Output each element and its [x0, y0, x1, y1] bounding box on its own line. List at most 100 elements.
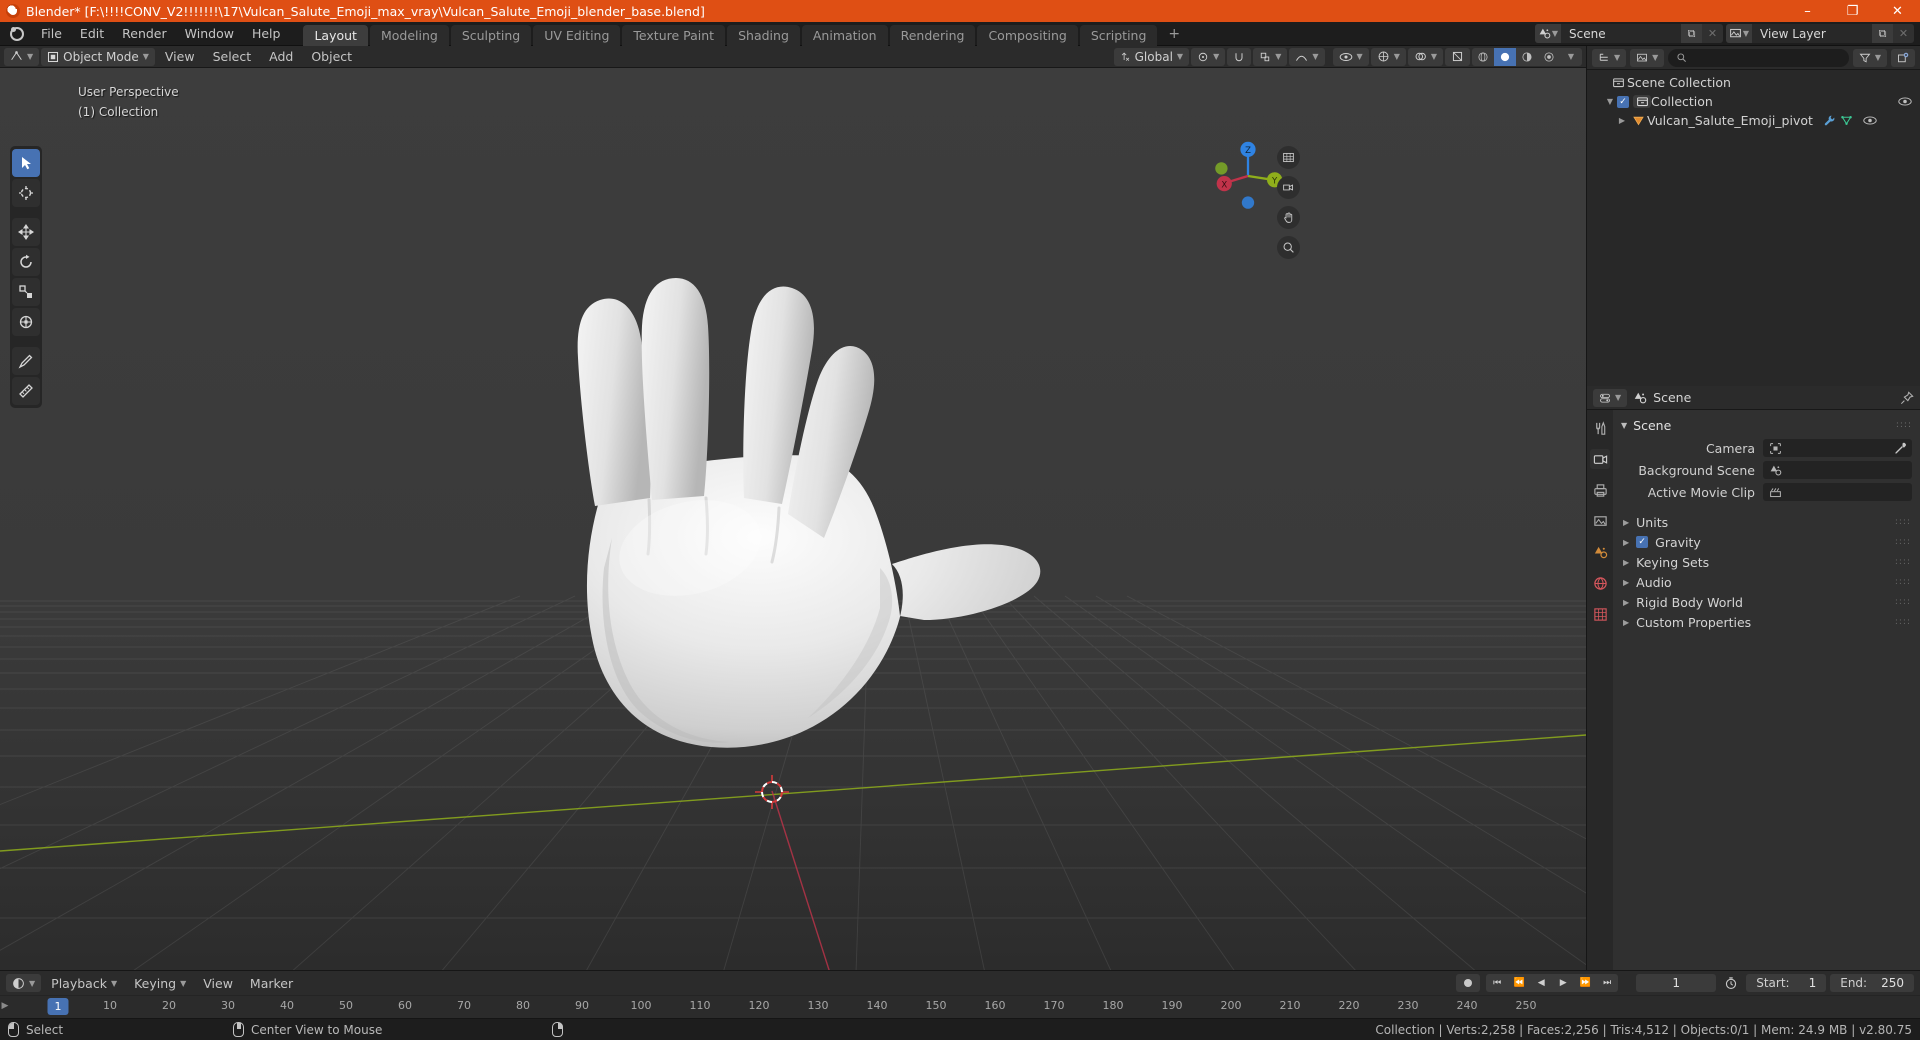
menu-file[interactable]: File — [32, 23, 71, 44]
auto-keyframe-button[interactable] — [1456, 974, 1481, 992]
shading-wireframe-button[interactable] — [1472, 48, 1494, 66]
timeline-menu-playback[interactable]: Playback ▼ — [44, 974, 124, 992]
new-scene-button[interactable]: ⧉ — [1681, 24, 1702, 43]
blender-menu-icon[interactable] — [8, 25, 26, 43]
outliner-row-scene-collection[interactable]: Scene Collection — [1587, 73, 1920, 92]
visibility-eye-icon[interactable] — [1863, 115, 1877, 126]
viewport-menu-select[interactable]: Select — [205, 48, 260, 66]
end-frame-field[interactable]: End: 250 — [1830, 974, 1914, 992]
measure-tool-button[interactable] — [12, 377, 40, 405]
mesh-data-icon[interactable] — [1840, 114, 1853, 127]
cursor-tool-button[interactable] — [12, 179, 40, 207]
start-frame-field[interactable]: Start: 1 — [1746, 974, 1827, 992]
subpanel-custom-properties[interactable]: ▶ Custom Properties :::: — [1613, 612, 1920, 632]
shading-rendered-button[interactable] — [1538, 48, 1560, 66]
maximize-button[interactable]: ❐ — [1830, 0, 1875, 22]
properties-tab-tool[interactable] — [1590, 418, 1610, 438]
outliner-display-mode-selector[interactable]: ▼ — [1630, 48, 1665, 67]
viewport-menu-add[interactable]: Add — [261, 48, 301, 66]
view-layer-name[interactable]: View Layer — [1752, 24, 1872, 43]
subpanel-rigid-body-world[interactable]: ▶ Rigid Body World :::: — [1613, 592, 1920, 612]
unlink-scene-button[interactable]: ✕ — [1702, 24, 1723, 43]
modifier-wrench-icon[interactable] — [1823, 114, 1836, 127]
pivot-point-selector[interactable]: ▼ — [1191, 47, 1226, 66]
proportional-editing-button[interactable]: ▼ — [1289, 47, 1325, 66]
outliner-row-object[interactable]: ▶ Vulcan_Salute_Emoji_pivot — [1587, 111, 1920, 130]
tab-texture-paint[interactable]: Texture Paint — [622, 24, 726, 46]
timeline-menu-marker[interactable]: Marker — [243, 974, 300, 992]
annotate-tool-button[interactable] — [12, 347, 40, 375]
transform-tool-button[interactable] — [12, 308, 40, 336]
properties-tab-texture[interactable] — [1590, 604, 1610, 624]
properties-editor-type-selector[interactable]: ▼ — [1593, 388, 1628, 407]
timeline-playhead[interactable]: 1 — [47, 998, 69, 1015]
timeline-editor-type-selector[interactable]: ▼ — [6, 974, 42, 992]
view-layer-icon[interactable]: ▼ — [1726, 24, 1752, 43]
properties-tab-view-layer[interactable] — [1590, 511, 1610, 531]
play-button[interactable]: ▶ — [1552, 974, 1574, 992]
outliner-row-collection[interactable]: ▼ ✓ Collection — [1587, 92, 1920, 111]
subpanel-gravity[interactable]: ▶ ✓ Gravity :::: — [1613, 532, 1920, 552]
new-view-layer-button[interactable]: ⧉ — [1872, 24, 1893, 43]
editor-type-selector[interactable]: ▼ — [4, 47, 40, 66]
scene-name[interactable]: Scene — [1561, 24, 1681, 43]
timeline-channel-toggle[interactable]: ▶ — [0, 995, 10, 1017]
zoom-region-icon[interactable] — [1277, 146, 1300, 169]
close-button[interactable]: ✕ — [1875, 0, 1920, 22]
outliner-new-collection-button[interactable] — [1891, 48, 1915, 67]
gizmo-selector[interactable]: ▼ — [1370, 47, 1406, 66]
shading-options-chevron[interactable]: ▼ — [1560, 48, 1582, 66]
tab-shading[interactable]: Shading — [727, 24, 800, 46]
current-frame-field[interactable]: 1 — [1636, 974, 1717, 992]
move-tool-button[interactable] — [12, 218, 40, 246]
gizmo-axis-z-negative[interactable] — [1241, 196, 1255, 209]
scale-tool-button[interactable] — [12, 278, 40, 306]
tab-rendering[interactable]: Rendering — [889, 24, 976, 46]
gravity-checkbox[interactable]: ✓ — [1636, 536, 1649, 548]
menu-help[interactable]: Help — [243, 23, 290, 44]
tab-uv-editing[interactable]: UV Editing — [533, 24, 621, 46]
play-reverse-button[interactable]: ◀ — [1530, 974, 1552, 992]
viewport-navigation-gizmo[interactable]: Z X Y — [1210, 138, 1286, 214]
rotate-tool-button[interactable] — [12, 248, 40, 276]
viewport-menu-object[interactable]: Object — [303, 48, 360, 66]
pin-id-icon[interactable] — [1900, 390, 1914, 405]
properties-tab-scene[interactable] — [1590, 542, 1610, 562]
shading-solid-button[interactable] — [1494, 47, 1516, 66]
tab-sculpting[interactable]: Sculpting — [450, 24, 532, 46]
disclosure-triangle[interactable]: ▼ — [1603, 97, 1617, 106]
overlays-selector[interactable]: ▼ — [1407, 47, 1443, 66]
camera-view-icon[interactable] — [1277, 176, 1300, 199]
snap-toggle-button[interactable] — [1227, 47, 1252, 66]
properties-tab-output[interactable] — [1590, 480, 1610, 500]
scene-selector[interactable]: ▼ Scene ⧉ ✕ — [1535, 24, 1723, 43]
remove-view-layer-button[interactable]: ✕ — [1893, 24, 1914, 43]
subpanel-audio[interactable]: ▶ Audio :::: — [1613, 572, 1920, 592]
tab-animation[interactable]: Animation — [801, 24, 888, 46]
outliner-filter-button[interactable]: ▼ — [1852, 48, 1887, 67]
timeline-menu-keying[interactable]: Keying ▼ — [127, 974, 193, 992]
outliner-search-input[interactable] — [1668, 48, 1849, 67]
jump-to-start-button[interactable]: ⏮ — [1486, 974, 1508, 992]
timeline-ruler[interactable]: ▶ 1 10 20 30 40 50 60 70 80 90 100 110 1… — [0, 995, 1920, 1017]
background-scene-field[interactable] — [1763, 461, 1912, 479]
outliner-editor-type-selector[interactable]: ▼ — [1592, 48, 1627, 67]
subpanel-keying-sets[interactable]: ▶ Keying Sets :::: — [1613, 552, 1920, 572]
shading-mode-buttons[interactable]: ▼ — [1472, 47, 1582, 66]
timeline-menu-view[interactable]: View — [196, 974, 240, 992]
visibility-selector[interactable]: ▼ — [1332, 47, 1369, 66]
shading-material-button[interactable] — [1516, 48, 1538, 66]
collection-checkbox[interactable]: ✓ — [1617, 95, 1629, 108]
properties-tab-world[interactable] — [1590, 573, 1610, 593]
jump-to-end-button[interactable]: ⏭ — [1596, 974, 1618, 992]
viewport-canvas[interactable]: User Perspective (1) Collection Z X Y — [0, 68, 1586, 970]
eyedropper-icon[interactable] — [1894, 442, 1907, 455]
menu-render[interactable]: Render — [113, 23, 176, 44]
object-mode-selector[interactable]: Object Mode ▼ — [41, 47, 155, 66]
disclosure-triangle[interactable]: ▶ — [1615, 116, 1629, 125]
properties-tab-render[interactable] — [1590, 449, 1610, 469]
view-layer-selector[interactable]: ▼ View Layer ⧉ ✕ — [1726, 24, 1914, 43]
use-preview-range-icon[interactable] — [1720, 974, 1742, 992]
viewport-menu-view[interactable]: View — [157, 48, 203, 66]
scene-icon[interactable]: ▼ — [1535, 24, 1561, 43]
